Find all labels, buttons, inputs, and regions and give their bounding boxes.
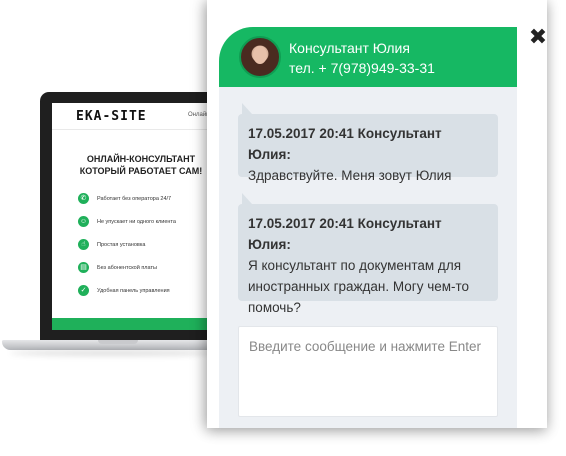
- site-feature-list: ✆ Работает без оператора 24/7 ☺ Не упуск…: [78, 187, 228, 302]
- site-feature-text: Простая установка: [97, 241, 146, 248]
- site-feature-item: ☝ Простая установка: [78, 233, 228, 256]
- site-feature-text: Удобная панель управления: [97, 287, 170, 294]
- site-feature-item: ✓ Удобная панель управления: [78, 279, 228, 302]
- laptop-shadow: [10, 350, 215, 356]
- site-logo: EKA-SITE: [76, 109, 147, 124]
- chat-header: Консультант Юлия тел. + 7(978)949-33-31: [219, 27, 517, 87]
- message-text: Я консультант по документам для иностран…: [248, 258, 470, 315]
- pointer-icon: ☝: [78, 239, 89, 250]
- laptop-screen: EKA-SITE Онлайн Онлайн-консультант котор…: [52, 103, 230, 330]
- users-icon: ☺: [78, 216, 89, 227]
- message-meta: 17.05.2017 20:41 Консультант Юлия:: [248, 126, 442, 162]
- wallet-icon: ▤: [78, 262, 89, 273]
- site-feature-text: Без абонентской платы: [97, 264, 157, 271]
- message-input[interactable]: [239, 327, 497, 416]
- message-meta: 17.05.2017 20:41 Консультант Юлия:: [248, 216, 442, 252]
- site-feature-text: Работает без оператора 24/7: [97, 195, 172, 202]
- message-text: Здравствуйте. Меня зовут Юлия: [248, 168, 452, 183]
- site-headline-line1: Онлайн-консультант: [86, 154, 196, 164]
- laptop-base-notch: [98, 340, 138, 344]
- avatar-face: [253, 46, 267, 64]
- site-header: EKA-SITE Онлайн: [52, 103, 230, 130]
- chat-message: 17.05.2017 20:41 Консультант Юлия: Я кон…: [238, 193, 498, 315]
- chat-widget: ✖ Консультант Юлия тел. + 7(978)949-33-3…: [207, 0, 547, 428]
- chat-message: 17.05.2017 20:41 Консультант Юлия: Здрав…: [238, 103, 498, 183]
- close-icon[interactable]: ✖: [527, 26, 549, 48]
- site-feature-item: ▤ Без абонентской платы: [78, 256, 228, 279]
- thumbs-up-icon: ✓: [78, 285, 89, 296]
- agent-phone: тел. + 7(978)949-33-31: [289, 60, 435, 76]
- site-green-strip: [52, 318, 230, 330]
- site-feature-text: Не упускает ни одного клиента: [97, 218, 176, 225]
- site-feature-item: ☺ Не упускает ни одного клиента: [78, 210, 228, 233]
- avatar: [239, 36, 281, 78]
- message-input-box: [238, 326, 498, 417]
- site-feature-item: ✆ Работает без оператора 24/7: [78, 187, 228, 210]
- site-headline: Онлайн-консультант который работает сам!: [52, 153, 230, 177]
- chat-icon: ✆: [78, 193, 89, 204]
- chat-message-area: 17.05.2017 20:41 Консультант Юлия: Здрав…: [219, 87, 517, 428]
- laptop-base: [2, 340, 222, 350]
- agent-name: Консультант Юлия: [289, 40, 410, 56]
- site-headline-line2: который работает сам!: [79, 166, 203, 176]
